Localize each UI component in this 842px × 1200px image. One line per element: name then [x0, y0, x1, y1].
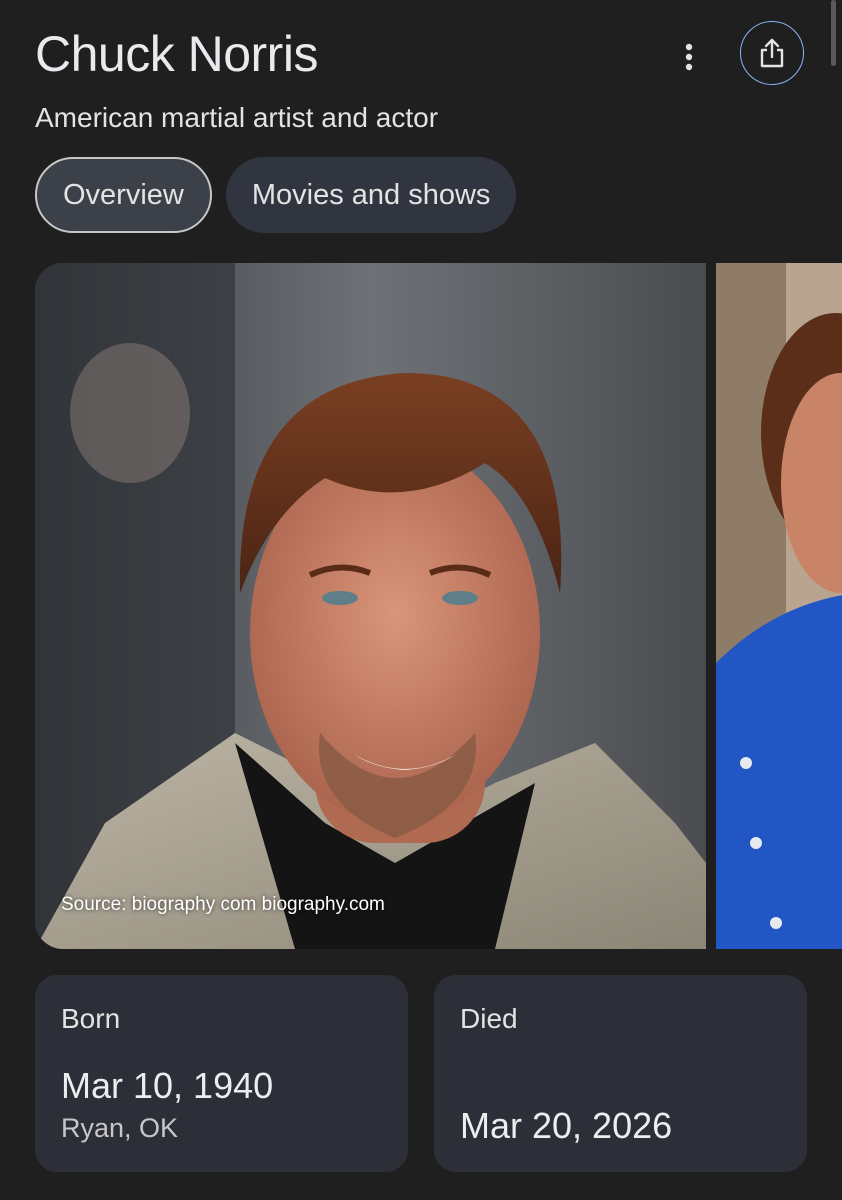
entity-subtitle: American martial artist and actor — [35, 102, 439, 133]
tab-bar: Overview Movies and shows — [35, 157, 517, 233]
more-options-button[interactable] — [666, 34, 712, 80]
page-scrollbar[interactable] — [831, 0, 836, 66]
tab-overview[interactable]: Overview — [35, 157, 212, 233]
share-button[interactable] — [740, 21, 804, 85]
born-card[interactable]: Born Mar 10, 1940 Ryan, OK — [35, 975, 408, 1172]
born-place: Ryan, OK — [61, 1113, 179, 1143]
born-date: Mar 10, 1940 — [61, 1065, 274, 1106]
died-label: Died — [460, 1003, 518, 1034]
entity-title: Chuck Norris — [35, 26, 318, 82]
born-label: Born — [61, 1003, 121, 1034]
died-card[interactable]: Died Mar 20, 2026 — [434, 975, 807, 1172]
secondary-portrait-image — [716, 263, 842, 949]
portrait-image — [35, 263, 706, 949]
share-icon — [760, 38, 784, 68]
more-vert-icon — [685, 43, 693, 71]
image-carousel[interactable]: Source: biography com biography.com — [35, 263, 842, 949]
secondary-portrait-photo[interactable] — [716, 263, 842, 949]
tab-movies-and-shows[interactable]: Movies and shows — [225, 157, 517, 233]
main-portrait-photo[interactable]: Source: biography com biography.com — [35, 263, 706, 949]
died-date: Mar 20, 2026 — [460, 1105, 673, 1146]
image-source-caption: Source: biography com biography.com — [61, 894, 385, 915]
